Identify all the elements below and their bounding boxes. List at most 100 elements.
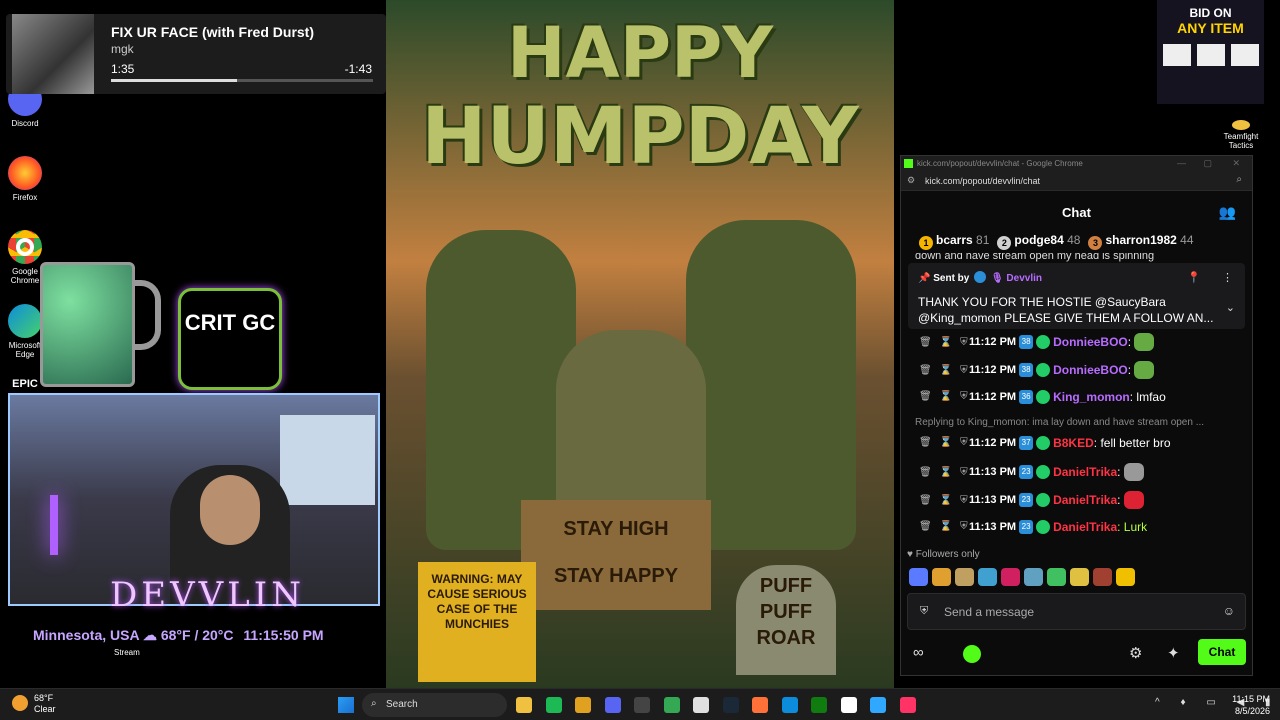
close-icon[interactable]: ✕ xyxy=(1232,158,1240,169)
chat-message[interactable]: 🗑⌛⛨11:13 PM 23 DanielTrika: xyxy=(901,491,1252,519)
moderation-tools[interactable]: 🗑⌛⛨ xyxy=(919,495,969,506)
kick-logo-icon[interactable] xyxy=(963,645,981,663)
moderation-tools[interactable]: 🗑⌛⛨ xyxy=(919,391,969,402)
chat-message[interactable]: 🗑⌛⛨11:12 PM 36 King_momon: lmfao xyxy=(901,389,1252,417)
indesign-icon[interactable] xyxy=(899,697,916,713)
emote-button[interactable] xyxy=(955,568,974,586)
moderation-tools[interactable]: 🗑⌛⛨ xyxy=(919,521,969,532)
minimize-icon[interactable]: — xyxy=(1177,158,1186,168)
chat-message[interactable]: 🗑⌛⛨11:13 PM 23 DanielTrika: Lurk xyxy=(901,519,1252,547)
firefox-icon[interactable] xyxy=(752,697,768,713)
chat-username[interactable]: B8KED xyxy=(1053,436,1094,450)
spotify-icon[interactable] xyxy=(545,697,562,713)
taskbar-clock[interactable]: 11:15 PM 8/5/2026 xyxy=(1232,693,1270,717)
emote-button[interactable] xyxy=(1001,568,1020,586)
photoshop-icon[interactable] xyxy=(870,697,886,713)
emote-button[interactable] xyxy=(932,568,951,586)
sign-warning-text: WARNING: MAY CAUSE SERIOUS CASE OF THE M… xyxy=(427,572,527,631)
chat-username[interactable]: DanielTrika xyxy=(1053,520,1117,534)
verified-badge-icon xyxy=(1036,493,1051,507)
site-info-icon[interactable]: ⚙ xyxy=(907,175,915,186)
sub-badge: 23 xyxy=(1019,465,1034,479)
url-text: kick.com/popout/devvlin/chat xyxy=(925,176,1041,186)
window-titlebar[interactable]: kick.com/popout/devvlin/chat - Google Ch… xyxy=(901,156,1252,171)
taskbar-search[interactable]: ⌕ Search xyxy=(362,693,507,717)
chrome-chat-window[interactable]: kick.com/popout/devvlin/chat - Google Ch… xyxy=(900,155,1253,676)
leader-points: 48 xyxy=(1067,233,1081,247)
chat-username[interactable]: King_momon xyxy=(1053,390,1130,404)
chat-username[interactable]: DanielTrika xyxy=(1053,465,1117,479)
leader-name[interactable]: bcarrs xyxy=(936,233,973,247)
weather-temp: 68°F xyxy=(34,693,54,703)
message-text: : xyxy=(1117,493,1121,507)
media-player-widget[interactable]: FIX UR FACE (with Fred Durst) mgk 1:35 -… xyxy=(6,14,386,94)
message-input-box[interactable]: ⛨ ☺ xyxy=(907,593,1246,630)
emote-button[interactable] xyxy=(978,568,997,586)
sign-center-line2: STAY HAPPY xyxy=(553,565,679,587)
streamer-face xyxy=(200,475,260,545)
message-text: : lmfao xyxy=(1129,389,1166,404)
verified-badge-icon xyxy=(1036,519,1051,534)
users-icon[interactable]: 👥 xyxy=(1219,204,1236,221)
emoji-icon[interactable]: ☺ xyxy=(1223,604,1235,618)
unpin-icon[interactable]: 📍 xyxy=(1187,271,1201,284)
zoom-icon[interactable]: ⌕ xyxy=(1236,174,1242,185)
file-explorer-icon[interactable] xyxy=(516,697,532,713)
pinned-text: THANK YOU FOR THE HOSTIE @SaucyBara @Kin… xyxy=(918,295,1214,325)
track-progress-bar[interactable] xyxy=(111,79,373,82)
sub-badge: 23 xyxy=(1019,493,1034,507)
rank-badge: 3 xyxy=(1088,236,1103,250)
chat-message[interactable]: 🗑⌛⛨11:12 PM 38 DonnieeBOO: xyxy=(901,361,1252,389)
gift-icon[interactable]: ✦ xyxy=(1167,644,1180,662)
desktop-icon-tft[interactable]: Teamfight Tactics xyxy=(1218,120,1264,150)
folder-icon[interactable] xyxy=(575,697,591,713)
discord-icon[interactable] xyxy=(604,697,621,713)
emote-button[interactable] xyxy=(1093,568,1112,586)
maximize-icon[interactable]: ▢ xyxy=(1203,158,1212,169)
moderation-tools[interactable]: 🗑⌛⛨ xyxy=(919,337,969,348)
more-options-icon[interactable]: ⋮ xyxy=(1222,271,1233,284)
edge-icon[interactable] xyxy=(781,697,798,713)
reply-context[interactable]: Replying to King_momon: ima lay down and… xyxy=(901,417,1252,435)
xbox-icon[interactable] xyxy=(811,697,827,713)
rank-badge: 2 xyxy=(997,236,1012,250)
pinned-message[interactable]: 📌 Sent by 🎙 Devvlin THANK YOU FOR THE HO… xyxy=(908,263,1245,329)
emote-button[interactable] xyxy=(1047,568,1066,586)
desktop-icon-label: Discord xyxy=(11,119,39,128)
send-chat-button[interactable]: Chat xyxy=(1198,639,1246,665)
weather-widget[interactable]: 68°F Clear xyxy=(12,693,56,715)
leader-name[interactable]: podge84 xyxy=(1014,233,1063,247)
bid-on-any-item-widget[interactable]: BID ON ANY ITEM xyxy=(1157,0,1264,104)
moderation-tools[interactable]: 🗑⌛⛨ xyxy=(919,437,969,448)
emote-button[interactable] xyxy=(1116,568,1135,586)
emote-button[interactable] xyxy=(1070,568,1089,586)
kicks-icon[interactable]: ∞ xyxy=(913,644,924,661)
chat-message[interactable]: 🗑⌛⛨11:12 PM 37 B8KED: fell better bro xyxy=(901,435,1252,463)
chat-title: Chat xyxy=(1062,205,1091,220)
leader-name[interactable]: sharron1982 xyxy=(1105,233,1176,247)
chrome-icon[interactable] xyxy=(663,697,680,713)
emote-button[interactable] xyxy=(909,568,928,586)
settings-icon[interactable]: ⚙ xyxy=(1129,644,1142,662)
moderation-tools[interactable]: 🗑⌛⛨ xyxy=(919,365,969,376)
chevron-down-icon[interactable]: ⌄ xyxy=(1226,301,1235,314)
steam-icon[interactable] xyxy=(722,697,739,713)
verified-badge-icon xyxy=(1036,335,1051,349)
emote-button[interactable] xyxy=(1024,568,1043,586)
chat-message[interactable]: 🗑⌛⛨11:12 PM 38 DonnieeBOO: xyxy=(901,333,1252,361)
address-bar[interactable]: ⚙ kick.com/popout/devvlin/chat ⌕ xyxy=(901,171,1252,191)
obs-icon[interactable] xyxy=(634,697,650,713)
emote-bar[interactable] xyxy=(909,568,1135,586)
start-button[interactable] xyxy=(338,697,354,713)
moderation-tools[interactable]: 🗑⌛⛨ xyxy=(919,467,969,478)
desktop-icon-label: Microsoft Edge xyxy=(8,341,42,359)
chat-username[interactable]: DonnieeBOO xyxy=(1053,335,1128,349)
chat-message[interactable]: 🗑⌛⛨11:13 PM 23 DanielTrika: xyxy=(901,463,1252,491)
calendar-icon[interactable] xyxy=(693,697,709,713)
weather-text: 68°F / 20°C xyxy=(160,627,234,643)
desktop-icon-firefox[interactable]: Firefox xyxy=(0,156,50,202)
capcut-icon[interactable] xyxy=(840,697,857,713)
chat-username[interactable]: DanielTrika xyxy=(1053,493,1117,507)
message-input[interactable] xyxy=(944,603,1214,621)
chat-username[interactable]: DonnieeBOO xyxy=(1053,363,1128,377)
